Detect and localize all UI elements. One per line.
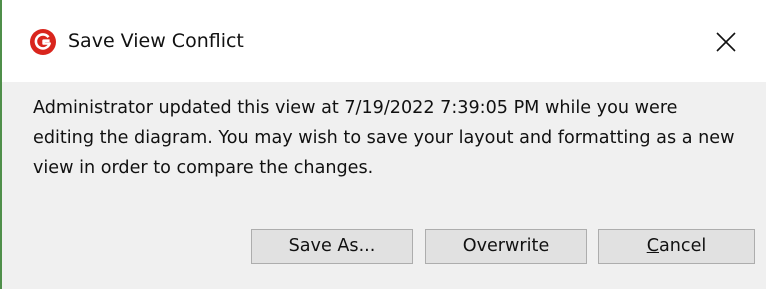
- cancel-button[interactable]: Cancel: [598, 229, 755, 264]
- save-view-conflict-dialog: Save View Conflict Administrator updated…: [0, 0, 766, 289]
- save-as-button[interactable]: Save As...: [251, 229, 413, 264]
- conflict-message: Administrator updated this view at 7/19/…: [33, 98, 735, 178]
- close-button[interactable]: [706, 0, 766, 80]
- overwrite-button[interactable]: Overwrite: [425, 229, 587, 264]
- window-title: Save View Conflict: [68, 30, 244, 52]
- title-bar[interactable]: Save View Conflict: [2, 0, 766, 82]
- close-icon: [716, 32, 736, 52]
- app-logo-icon: [29, 28, 57, 56]
- dialog-body: Administrator updated this view at 7/19/…: [2, 82, 766, 289]
